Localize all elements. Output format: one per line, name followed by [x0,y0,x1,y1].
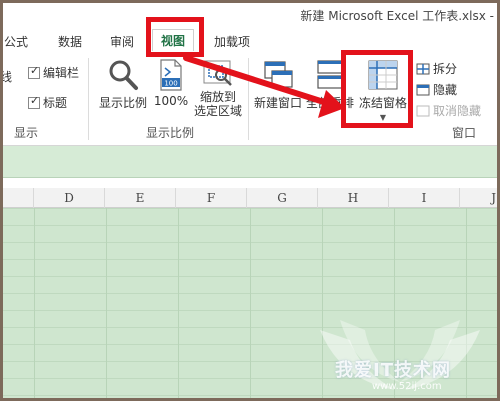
zoom-button[interactable]: 显示比例 [96,58,150,111]
tab-review[interactable]: 审阅 [110,33,134,50]
hide-icon [416,84,430,95]
headings-checkbox-label: 标题 [43,96,68,110]
column-header[interactable]: H [318,188,389,208]
tab-addins[interactable]: 加载项 [214,33,250,50]
column-header[interactable]: J [460,188,500,208]
formula-bar-checkbox-label: 编辑栏 [43,66,80,80]
unhide-label: 取消隐藏 [433,104,482,118]
unhide-button[interactable]: 取消隐藏 [416,102,481,119]
column-headers: D E F G H I J [0,188,500,208]
new-window-icon [264,61,293,88]
spacer [0,178,500,188]
zoom-100-label: 100% [153,94,189,108]
zoom-selection-label-1: 缩放到 [199,90,236,104]
column-header[interactable]: F [176,188,247,208]
page-100-icon-text: 100 [164,80,177,88]
zoom-group-label: 显示比例 [146,126,195,140]
magnifier-icon [109,60,138,90]
column-header[interactable]: I [389,188,460,208]
column-header[interactable]: E [105,188,176,208]
window-group-label: 窗口 [452,126,477,140]
column-header-blank[interactable] [0,188,34,208]
column-header[interactable]: G [247,188,318,208]
page-100-icon: 100 [160,59,182,91]
view-tab-highlight [146,17,204,57]
show-group-label: 显示 [14,126,39,140]
new-window-label: 新建窗口 [253,96,302,110]
headings-checkbox[interactable]: 标题 [28,94,67,111]
freeze-panes-highlight [341,50,413,128]
zoom-100-button[interactable]: 100 100% [152,58,190,108]
window-title: 新建 Microsoft Excel 工作表.xlsx - [300,9,494,23]
zoom-to-selection-button[interactable]: 缩放到 选定区域 [192,58,244,118]
formula-bar[interactable] [0,146,500,178]
group-divider [248,58,249,140]
zoom-button-label: 显示比例 [98,96,147,110]
new-window-button[interactable]: 新建窗口 [252,58,304,111]
split-icon [416,63,430,74]
ribbon-tabs: 公式 数据 审阅 视图 加载项 [0,28,500,54]
hide-label: 隐藏 [433,83,458,97]
watermark-text: 我爱IT技术网 [335,360,451,381]
tab-data[interactable]: 数据 [58,33,82,50]
checkbox-box[interactable] [28,64,40,79]
gridlines-label-fragment: 线 [0,70,13,84]
group-divider [88,58,89,140]
watermark-url: www.52ij.com [372,381,442,392]
split-button[interactable]: 拆分 [416,60,457,77]
tab-formulas[interactable]: 公式 [4,33,28,50]
zoom-selection-label-2: 选定区域 [193,104,242,118]
split-label: 拆分 [433,62,458,76]
title-bar: 新建 Microsoft Excel 工作表.xlsx - [0,0,500,28]
formula-bar-checkbox[interactable]: 编辑栏 [28,64,79,81]
hide-button[interactable]: 隐藏 [416,81,457,98]
unhide-icon [416,105,430,116]
ribbon: 线 编辑栏 标题 显示 显示比例 100 100% 缩放 [0,54,500,146]
checkbox-box[interactable] [28,94,40,109]
column-header[interactable]: D [34,188,105,208]
zoom-selection-icon [203,60,232,86]
